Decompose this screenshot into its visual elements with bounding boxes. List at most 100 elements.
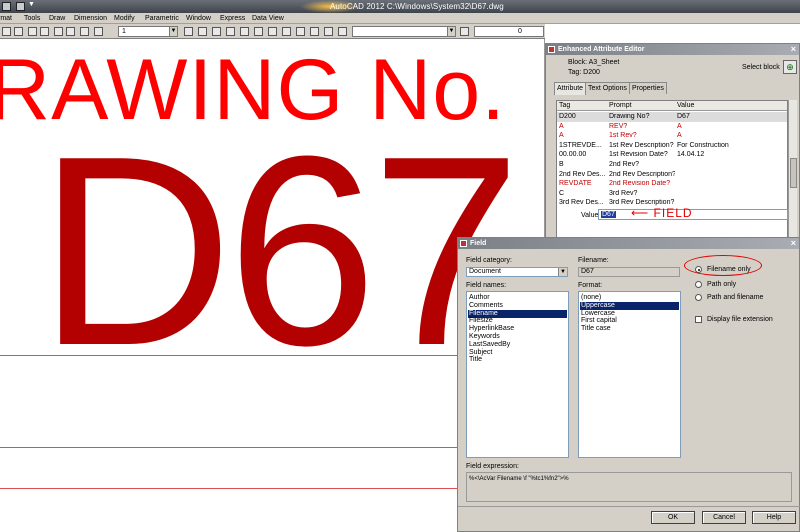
table-header: Tag Prompt Value: [557, 101, 787, 111]
cell-tag: 2nd Rev Des...: [559, 170, 606, 178]
toolbar-icon[interactable]: [226, 27, 235, 36]
table-row[interactable]: 2nd Rev Des... 2nd Rev Description?: [557, 170, 787, 180]
cell-value: 14.04.12: [677, 151, 705, 159]
tab-properties[interactable]: Properties: [629, 82, 667, 94]
toolbar-icon[interactable]: [240, 27, 249, 36]
annotation-circle: [684, 255, 762, 276]
radio-path-only[interactable]: [695, 281, 702, 288]
display-extension-label[interactable]: Display file extension: [707, 316, 773, 323]
radio-path-and-filename[interactable]: [695, 294, 702, 301]
field-category-select[interactable]: Document ▼: [466, 267, 568, 277]
toolbar-icon[interactable]: [282, 27, 291, 36]
option-path-only-label[interactable]: Path only: [707, 281, 736, 288]
attribute-table[interactable]: Tag Prompt Value D200 Drawing No? D67 A REV?…: [556, 100, 788, 246]
help-button[interactable]: Help: [752, 511, 796, 524]
table-row[interactable]: 00.00.00 1st Revision Date? 14.04.12: [557, 150, 787, 160]
menu-express[interactable]: Express: [220, 15, 245, 22]
list-item[interactable]: Author: [468, 294, 567, 302]
table-row[interactable]: C 3rd Rev?: [557, 189, 787, 199]
list-item[interactable]: (none): [580, 294, 679, 302]
table-row[interactable]: 1STREVDE... 1st Rev Description? For Const…: [557, 141, 787, 151]
style-select[interactable]: ▼: [352, 26, 456, 37]
menu-draw[interactable]: Draw: [49, 15, 65, 22]
filename-preview: D67: [578, 267, 680, 277]
menu-modify[interactable]: Modify: [114, 15, 135, 22]
toolbar-icon[interactable]: [40, 27, 49, 36]
eae-title: Enhanced Attribute Editor: [558, 46, 645, 53]
menu-format[interactable]: rmat: [0, 15, 12, 22]
divider: [458, 506, 800, 507]
toolbar-icon[interactable]: [66, 27, 75, 36]
cell-tag: B: [559, 161, 564, 168]
toolbar-icon[interactable]: [338, 27, 347, 36]
menu-window[interactable]: Window: [186, 15, 211, 22]
toolbar-icon[interactable]: [324, 27, 333, 36]
list-item[interactable]: Title: [468, 356, 567, 364]
toolbar-icon[interactable]: [14, 27, 23, 36]
field-expression-box: %<\AcVar Filename \f "%tc1%fn2">%: [466, 472, 792, 502]
chevron-down-icon[interactable]: ▼: [558, 268, 567, 276]
list-item[interactable]: First capital: [580, 317, 679, 325]
app-menu-icon[interactable]: [2, 2, 11, 11]
chevron-down-icon[interactable]: ▼: [169, 27, 177, 36]
close-icon[interactable]: ×: [791, 238, 796, 249]
toolbar-icon[interactable]: [198, 27, 207, 36]
list-item[interactable]: LastSavedBy: [468, 341, 567, 349]
tab-text-options[interactable]: Text Options: [585, 82, 630, 94]
toolbar-icon[interactable]: [268, 27, 277, 36]
menu-data-view[interactable]: Data View: [252, 15, 284, 22]
display-extension-checkbox[interactable]: [695, 316, 702, 323]
toolbar-icon[interactable]: [184, 27, 193, 36]
select-block-icon[interactable]: ⊕: [783, 60, 797, 74]
menu-parametric[interactable]: Parametric: [145, 15, 179, 22]
ok-button[interactable]: OK: [651, 511, 695, 524]
layer-state-select[interactable]: 0: [474, 26, 544, 37]
table-row[interactable]: B 2nd Rev?: [557, 160, 787, 170]
save-icon[interactable]: [16, 2, 25, 11]
column-header-value[interactable]: Value: [677, 102, 694, 109]
list-item[interactable]: Keywords: [468, 333, 567, 341]
menu-tools[interactable]: Tools: [24, 15, 40, 22]
list-item[interactable]: Uppercase: [580, 301, 679, 310]
attribute-scrollbar[interactable]: [788, 100, 797, 246]
toolbar-icon[interactable]: [296, 27, 305, 36]
cancel-button[interactable]: Cancel: [702, 511, 746, 524]
tab-attribute[interactable]: Attribute: [554, 82, 587, 95]
table-row[interactable]: REVDATE 2nd Revision Date?: [557, 179, 787, 189]
value-input[interactable]: D67: [598, 209, 788, 220]
toolbar-icon[interactable]: [94, 27, 103, 36]
column-header-tag[interactable]: Tag: [559, 102, 570, 109]
quick-access-dropdown-icon[interactable]: ▼: [28, 1, 35, 10]
list-item[interactable]: HyperlinkBase: [468, 325, 567, 333]
toolbar-icon[interactable]: [460, 27, 469, 36]
column-header-prompt[interactable]: Prompt: [609, 102, 632, 109]
list-item[interactable]: Filename: [468, 309, 567, 318]
table-row[interactable]: D200 Drawing No? D67: [557, 112, 787, 122]
menu-dimension[interactable]: Dimension: [74, 15, 107, 22]
field-names-list[interactable]: Author Comments Filename Filesize HyperlinkB…: [466, 291, 569, 458]
toolbar-icon[interactable]: [212, 27, 221, 36]
field-annotation: ⟵ FIELD: [631, 206, 693, 220]
layer-select[interactable]: 1 ▼: [118, 26, 178, 37]
toolbar-icon[interactable]: [254, 27, 263, 36]
cell-prompt: 2nd Rev?: [609, 161, 639, 168]
list-item[interactable]: Comments: [468, 302, 567, 310]
cell-tag: 1STREVDE...: [559, 141, 602, 149]
scrollbar-thumb[interactable]: [790, 158, 797, 188]
option-path-and-filename-label[interactable]: Path and filename: [707, 294, 763, 301]
toolbar-icon[interactable]: [28, 27, 37, 36]
list-item[interactable]: Title case: [580, 325, 679, 333]
cell-prompt: 1st Rev Description?: [609, 141, 674, 149]
toolbar-icon[interactable]: [80, 27, 89, 36]
format-list[interactable]: (none) Uppercase Lowercase First capital Tit…: [578, 291, 681, 458]
table-row[interactable]: A 1st Rev? A: [557, 131, 787, 141]
list-item[interactable]: Lowercase: [580, 310, 679, 318]
toolbar-icon[interactable]: [310, 27, 319, 36]
toolbar-icon[interactable]: [54, 27, 63, 36]
chevron-down-icon[interactable]: ▼: [447, 27, 455, 36]
table-row[interactable]: A REV? A: [557, 122, 787, 132]
list-item[interactable]: Filesize: [468, 317, 567, 325]
close-icon[interactable]: ×: [791, 44, 796, 55]
list-item[interactable]: Subject: [468, 349, 567, 357]
toolbar-icon[interactable]: [2, 27, 11, 36]
